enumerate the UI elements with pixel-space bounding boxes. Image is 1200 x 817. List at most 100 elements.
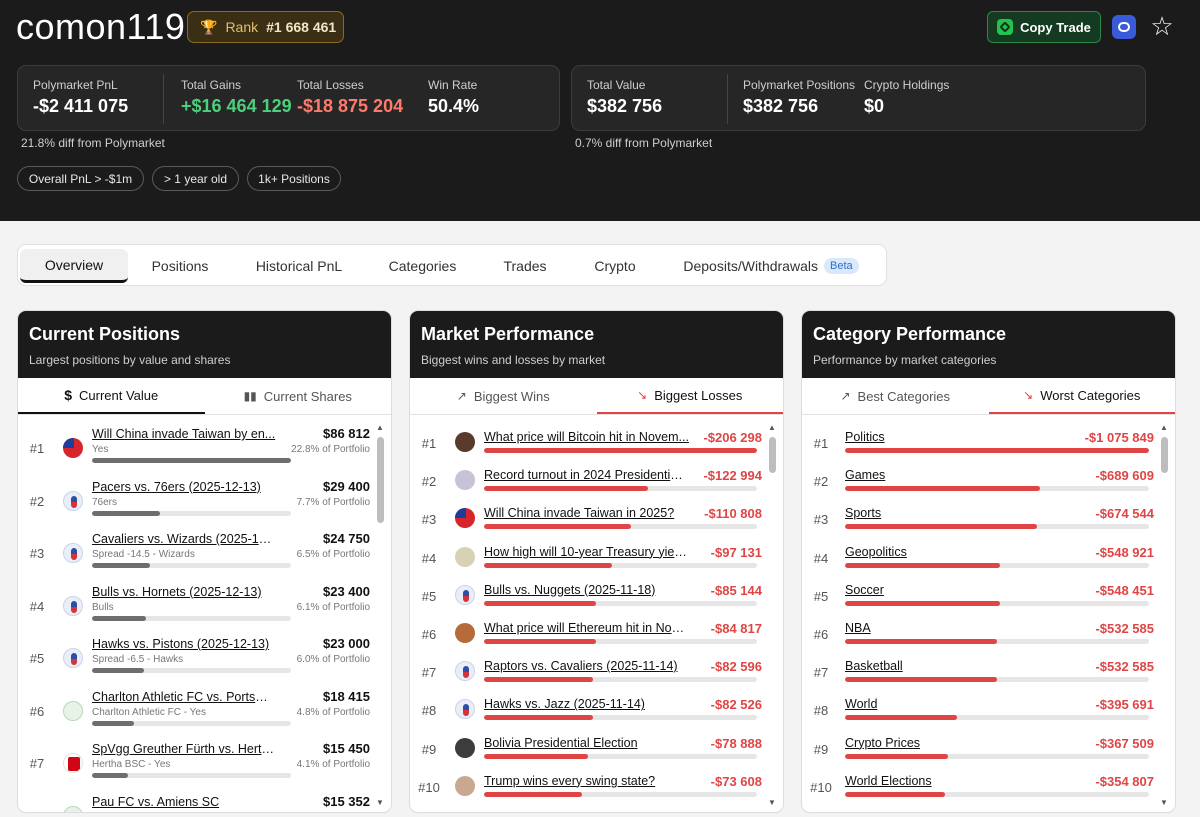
list-item[interactable]: #10 Trump wins every swing state? -$73 608 bbox=[410, 771, 762, 807]
list-item[interactable]: #7 Basketball -$532 585 bbox=[802, 656, 1154, 692]
category-name[interactable]: Games bbox=[845, 468, 1045, 482]
tab-crypto[interactable]: Crypto bbox=[581, 249, 649, 283]
market-name[interactable]: What price will Bitcoin hit in Novem... bbox=[484, 430, 689, 444]
filter-chip-pnl[interactable]: Overall PnL > -$1m bbox=[17, 166, 144, 191]
category-name[interactable]: Sports bbox=[845, 506, 1045, 520]
list-item[interactable]: #3 Sports -$674 544 bbox=[802, 503, 1154, 539]
market-name[interactable]: How high will 10-year Treasury yield ... bbox=[484, 545, 689, 559]
position-name[interactable]: Hawks vs. Pistons (2025-12-13) bbox=[92, 637, 278, 651]
scroll-up-icon[interactable]: ▲ bbox=[768, 423, 776, 432]
list-item[interactable]: #2 Games -$689 609 bbox=[802, 465, 1154, 501]
pnl-bar-track bbox=[484, 448, 757, 453]
tab-current-shares[interactable]: ▮▮ Current Shares bbox=[205, 378, 392, 414]
tab-deposits-withdrawals[interactable]: Deposits/Withdrawals Beta bbox=[676, 249, 866, 283]
position-value: $86 812 bbox=[323, 426, 370, 441]
category-name[interactable]: Soccer bbox=[845, 583, 1045, 597]
list-item[interactable]: #2 Record turnout in 2024 Presidential ..… bbox=[410, 465, 762, 501]
tab-biggest-wins[interactable]: ↗ Biggest Wins bbox=[410, 378, 597, 414]
positions-list[interactable]: ▲ ▼ #1 Will China invade Taiwan by en... $8… bbox=[18, 415, 391, 812]
scroll-thumb[interactable] bbox=[769, 437, 776, 473]
tab-current-value[interactable]: $ Current Value bbox=[18, 378, 205, 414]
category-name[interactable]: Basketball bbox=[845, 659, 1045, 673]
position-name[interactable]: Will China invade Taiwan by en... bbox=[92, 427, 278, 441]
scroll-up-icon[interactable]: ▲ bbox=[376, 423, 384, 432]
list-item[interactable]: #6 Charlton Athletic FC vs. Portsmo... $18… bbox=[18, 686, 370, 736]
filter-chip-positions[interactable]: 1k+ Positions bbox=[247, 166, 341, 191]
bar-chart-icon: ▮▮ bbox=[243, 389, 257, 403]
tab-categories[interactable]: Categories bbox=[376, 249, 469, 283]
market-pnl: -$78 888 bbox=[710, 735, 762, 751]
list-item[interactable]: #3 Cavaliers vs. Wizards (2025-12-... $24 … bbox=[18, 528, 370, 578]
list-item[interactable]: #4 How high will 10-year Treasury yield .… bbox=[410, 542, 762, 578]
chain-link-icon[interactable] bbox=[1112, 15, 1136, 39]
list-item[interactable]: #4 Geopolitics -$548 921 bbox=[802, 542, 1154, 578]
position-name[interactable]: Charlton Athletic FC vs. Portsmo... bbox=[92, 690, 278, 704]
position-outcome: Yes bbox=[92, 444, 109, 455]
list-item[interactable]: #7 SpVgg Greuther Fürth vs. Hertha ... $15… bbox=[18, 738, 370, 788]
market-name[interactable]: Bulls vs. Nuggets (2025-11-18) bbox=[484, 583, 689, 597]
market-name[interactable]: What price will Ethereum hit in Nove... bbox=[484, 621, 689, 635]
category-name[interactable]: Politics bbox=[845, 430, 1045, 444]
list-item[interactable]: #5 Bulls vs. Nuggets (2025-11-18) -$85 144 bbox=[410, 580, 762, 616]
markets-list[interactable]: ▲ ▼ #1 What price will Bitcoin hit in Nove… bbox=[410, 415, 783, 812]
list-item[interactable]: #1 What price will Bitcoin hit in Novem..… bbox=[410, 427, 762, 463]
list-item[interactable]: Pau FC vs. Amiens SC $15 352 bbox=[18, 791, 370, 812]
market-name[interactable]: Will China invade Taiwan in 2025? bbox=[484, 506, 689, 520]
category-pnl: -$354 807 bbox=[1095, 773, 1154, 789]
scroll-up-icon[interactable]: ▲ bbox=[1160, 423, 1168, 432]
pnl-bar-fill bbox=[484, 562, 613, 568]
scroll-thumb[interactable] bbox=[1161, 437, 1168, 473]
tab-positions[interactable]: Positions bbox=[136, 249, 224, 283]
list-item[interactable]: #2 Pacers vs. 76ers (2025-12-13) $29 400 76… bbox=[18, 476, 370, 526]
category-name[interactable]: World Elections bbox=[845, 774, 1045, 788]
list-item[interactable]: #3 Will China invade Taiwan in 2025? -$110… bbox=[410, 503, 762, 539]
list-item[interactable]: #4 Bulls vs. Hornets (2025-12-13) $23 400 B… bbox=[18, 581, 370, 631]
position-name[interactable]: SpVgg Greuther Fürth vs. Hertha ... bbox=[92, 742, 278, 756]
category-name[interactable]: World bbox=[845, 697, 1045, 711]
star-icon[interactable]: ☆ bbox=[1148, 12, 1176, 40]
tab-label: Current Value bbox=[79, 387, 159, 403]
position-outcome: Bulls bbox=[92, 601, 114, 613]
list-item[interactable]: #1 Politics -$1 075 849 bbox=[802, 427, 1154, 463]
list-item[interactable]: #9 Crypto Prices -$367 509 bbox=[802, 733, 1154, 769]
tab-best-categories[interactable]: ↗ Best Categories bbox=[802, 378, 989, 414]
scroll-down-icon[interactable]: ▼ bbox=[1160, 798, 1168, 807]
position-name[interactable]: Bulls vs. Hornets (2025-12-13) bbox=[92, 585, 278, 599]
rank-number: #6 bbox=[421, 627, 437, 642]
market-name[interactable]: Bolivia Presidential Election bbox=[484, 736, 689, 750]
category-name[interactable]: Crypto Prices bbox=[845, 736, 1045, 750]
list-item[interactable]: #7 Raptors vs. Cavaliers (2025-11-14) -$82… bbox=[410, 656, 762, 692]
list-item[interactable]: #6 What price will Ethereum hit in Nove..… bbox=[410, 618, 762, 654]
category-name[interactable]: Geopolitics bbox=[845, 545, 1045, 559]
filter-chip-age[interactable]: > 1 year old bbox=[152, 166, 239, 191]
list-item[interactable]: #8 World -$395 691 bbox=[802, 694, 1154, 730]
tab-worst-categories[interactable]: ↘ Worst Categories bbox=[988, 378, 1175, 414]
market-name[interactable]: Trump wins every swing state? bbox=[484, 774, 689, 788]
tab-historical-pnl[interactable]: Historical PnL bbox=[244, 249, 354, 283]
list-item[interactable]: #9 Bolivia Presidential Election -$78 888 bbox=[410, 733, 762, 769]
list-item[interactable]: #6 NBA -$532 585 bbox=[802, 618, 1154, 654]
scroll-down-icon[interactable]: ▼ bbox=[768, 798, 776, 807]
scroll-thumb[interactable] bbox=[377, 437, 384, 523]
position-name[interactable]: Pau FC vs. Amiens SC bbox=[92, 795, 278, 809]
scroll-down-icon[interactable]: ▼ bbox=[376, 798, 384, 807]
scrollbar[interactable]: ▲ ▼ bbox=[1158, 423, 1170, 807]
market-name[interactable]: Hawks vs. Jazz (2025-11-14) bbox=[484, 697, 689, 711]
list-item[interactable]: #5 Soccer -$548 451 bbox=[802, 580, 1154, 616]
market-name[interactable]: Record turnout in 2024 Presidential ... bbox=[484, 468, 689, 482]
categories-list[interactable]: ▲ ▼ #1 Politics -$1 075 849 #2 Games -$689 609… bbox=[802, 415, 1175, 812]
list-item[interactable]: #10 World Elections -$354 807 bbox=[802, 771, 1154, 807]
market-name[interactable]: Raptors vs. Cavaliers (2025-11-14) bbox=[484, 659, 689, 673]
position-name[interactable]: Cavaliers vs. Wizards (2025-12-... bbox=[92, 532, 278, 546]
list-item[interactable]: #1 Will China invade Taiwan by en... $86 8… bbox=[18, 423, 370, 473]
tab-overview[interactable]: Overview bbox=[20, 249, 128, 283]
position-name[interactable]: Pacers vs. 76ers (2025-12-13) bbox=[92, 480, 278, 494]
list-item[interactable]: #5 Hawks vs. Pistons (2025-12-13) $23 000 S… bbox=[18, 633, 370, 683]
copy-trade-button[interactable]: Copy Trade bbox=[987, 11, 1101, 43]
scrollbar[interactable]: ▲ ▼ bbox=[374, 423, 386, 807]
scrollbar[interactable]: ▲ ▼ bbox=[766, 423, 778, 807]
tab-trades[interactable]: Trades bbox=[490, 249, 560, 283]
category-name[interactable]: NBA bbox=[845, 621, 1045, 635]
list-item[interactable]: #8 Hawks vs. Jazz (2025-11-14) -$82 526 bbox=[410, 694, 762, 730]
tab-biggest-losses[interactable]: ↘ Biggest Losses bbox=[596, 378, 783, 414]
